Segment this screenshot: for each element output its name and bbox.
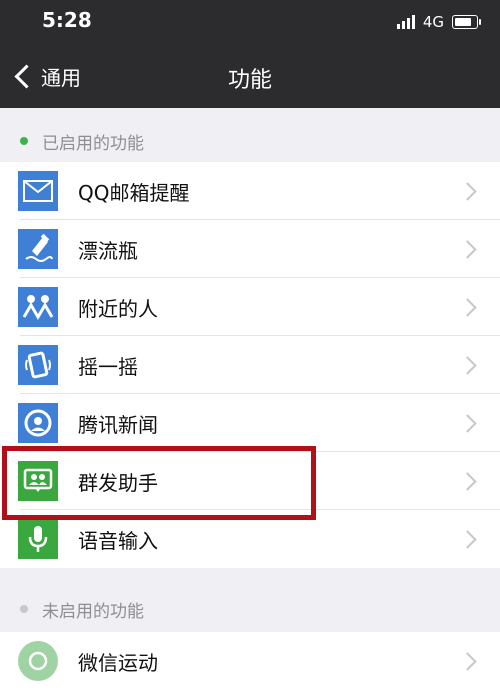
- row-label: 漂流瓶: [78, 238, 138, 263]
- list-item-tencent-news[interactable]: 腾讯新闻: [0, 394, 500, 452]
- shake-icon: [18, 345, 58, 385]
- chevron-right-icon: [458, 471, 477, 491]
- disabled-feature-list: 微信运动: [0, 632, 500, 690]
- chevron-right-icon: [458, 651, 477, 671]
- row-label: 群发助手: [78, 470, 158, 495]
- status-bar: 5:28 4G: [0, 0, 500, 44]
- mail-icon: [18, 171, 58, 211]
- people-nearby-icon: [18, 287, 58, 327]
- row-label: QQ邮箱提醒: [78, 180, 190, 205]
- enabled-dot-icon: [20, 137, 28, 145]
- battery-icon: [452, 15, 481, 29]
- drift-bottle-icon: [18, 229, 58, 269]
- list-item-drift-bottle[interactable]: 漂流瓶: [0, 220, 500, 278]
- page-title: 功能: [227, 68, 272, 93]
- section-header-enabled: 已启用的功能: [0, 116, 500, 166]
- row-label: 腾讯新闻: [78, 412, 158, 437]
- section-title-disabled: 未启用的功能: [42, 601, 144, 622]
- list-item-broadcast-assistant[interactable]: 群发助手: [0, 452, 500, 510]
- chevron-right-icon: [458, 355, 477, 375]
- microphone-icon: [18, 519, 58, 559]
- signal-icon: [396, 15, 417, 29]
- row-label: 附近的人: [78, 296, 158, 321]
- row-label: 语音输入: [78, 528, 158, 553]
- row-label: 微信运动: [78, 650, 158, 675]
- network-type: 4G: [422, 13, 444, 31]
- status-time: 5:28: [42, 8, 92, 32]
- status-indicators: 4G: [396, 12, 481, 32]
- battery-level: [455, 18, 471, 26]
- chevron-right-icon: [458, 529, 477, 549]
- list-item-people-nearby[interactable]: 附近的人: [0, 278, 500, 336]
- navigation-bar: 通用 功能: [0, 44, 500, 108]
- chevron-right-icon: [458, 239, 477, 259]
- news-icon: [18, 403, 58, 443]
- section-header-disabled: 未启用的功能: [0, 584, 500, 634]
- row-label: 摇一摇: [78, 354, 138, 379]
- list-item-voice-input[interactable]: 语音输入: [0, 510, 500, 568]
- broadcast-icon: [18, 461, 58, 501]
- chevron-right-icon: [458, 297, 477, 317]
- section-title-enabled: 已启用的功能: [42, 133, 144, 154]
- disabled-dot-icon: [20, 605, 28, 613]
- chevron-right-icon: [458, 413, 477, 433]
- list-item-shake[interactable]: 摇一摇: [0, 336, 500, 394]
- werun-icon: [18, 641, 58, 681]
- list-item-qq-mail[interactable]: QQ邮箱提醒: [0, 162, 500, 220]
- chevron-right-icon: [458, 181, 477, 201]
- enabled-feature-list: QQ邮箱提醒 漂流瓶 附近的人 摇一摇 腾讯新闻 群发助手 语音输入: [0, 162, 500, 568]
- list-item-werun[interactable]: 微信运动: [0, 632, 500, 690]
